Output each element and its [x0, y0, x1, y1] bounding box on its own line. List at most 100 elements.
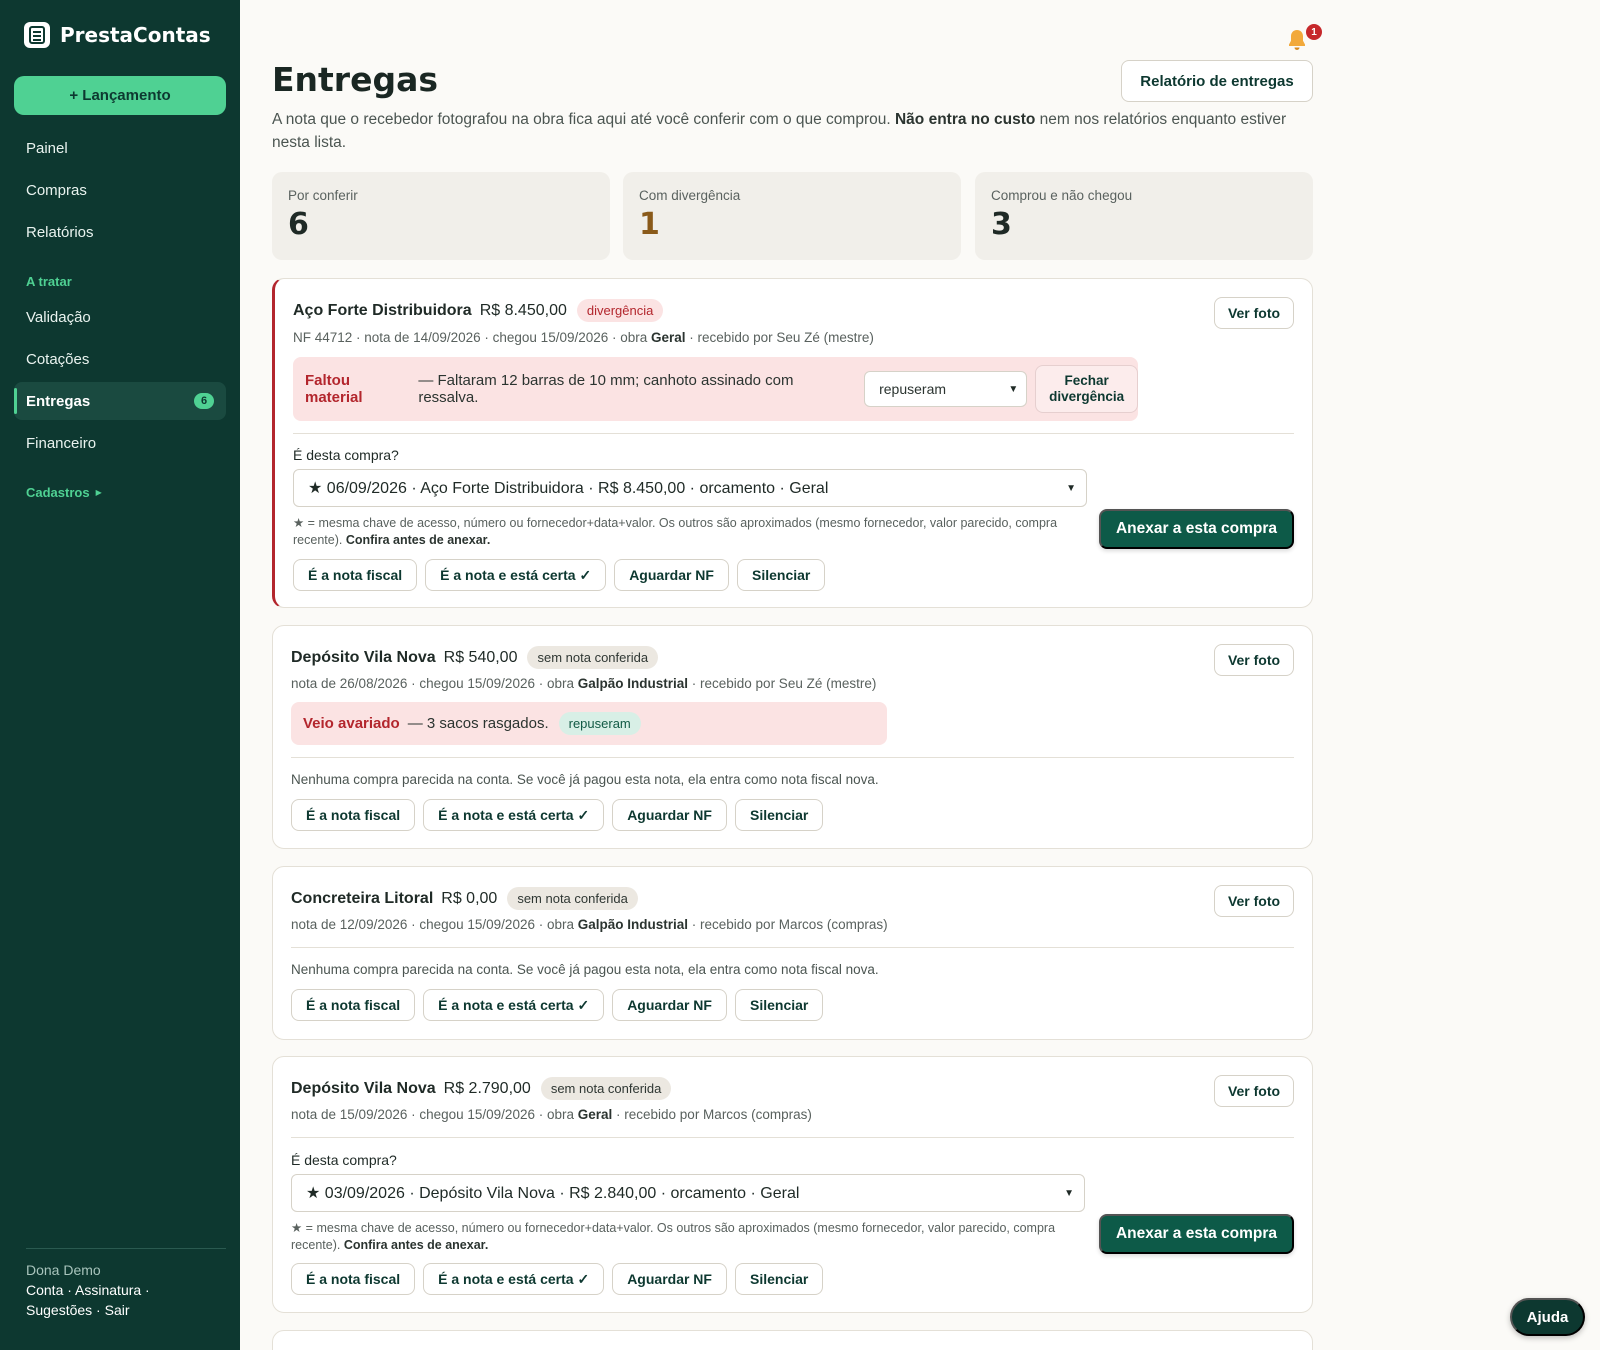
view-photo-button[interactable]: Ver foto: [1214, 297, 1294, 329]
footer-links-line2[interactable]: Sugestões · Sair: [26, 1300, 226, 1320]
stat-por-conferir: Por conferir 6: [272, 172, 610, 260]
stat-label: Com divergência: [639, 188, 741, 203]
is-invoice-correct-button[interactable]: É a nota e está certa ✓: [423, 989, 605, 1021]
hint-bold: Confira antes de anexar.: [343, 1238, 489, 1252]
sidebar-item-entregas[interactable]: Entregas 6: [14, 382, 226, 420]
obra-name: Geral: [651, 330, 686, 345]
chevron-down-icon: ▼: [1066, 482, 1076, 494]
status-badge: sem nota conferida: [507, 887, 638, 910]
silence-button[interactable]: Silenciar: [734, 1263, 824, 1295]
view-photo-button[interactable]: Ver foto: [1214, 885, 1294, 917]
divider: [291, 757, 1294, 758]
intro-text-bold: Não entra no custo: [894, 111, 1036, 128]
sidebar-item-painel[interactable]: Painel: [14, 129, 226, 167]
sidebar-section-label: A tratar: [26, 274, 72, 289]
resolution-value: repuseram: [879, 381, 947, 397]
delivery-card: Depósito Vila Nova R$ 2.790,00 sem nota …: [272, 1056, 1313, 1313]
chevron-down-icon: ▼: [1008, 383, 1019, 395]
divider: [291, 1137, 1294, 1138]
meta-text: · recebido por Seu Zé (mestre): [685, 330, 874, 345]
card-actions: É a nota fiscal É a nota e está certa ✓ …: [291, 1263, 824, 1295]
is-invoice-correct-button[interactable]: É a nota e está certa ✓: [423, 1263, 605, 1295]
supplier-name: Concreteira Litoral: [291, 889, 434, 907]
silence-button[interactable]: Silenciar: [736, 559, 826, 591]
meta-text: nota de 12/09/2026 · chegou 15/09/2026 ·…: [291, 917, 578, 932]
problem-kind: Faltou material: [305, 372, 363, 406]
sidebar-item-cotacoes[interactable]: Cotações: [14, 340, 226, 378]
is-invoice-correct-button[interactable]: É a nota e está certa ✓: [425, 559, 607, 591]
card-header: Aço Forte Distribuidora R$ 8.450,00 dive…: [293, 299, 664, 322]
brand-logo-icon: [24, 22, 50, 48]
purchase-select[interactable]: ★ 06/09/2026 · Aço Forte Distribuidora ·…: [293, 469, 1087, 507]
footer-links-line1[interactable]: Conta · Assinatura ·: [26, 1280, 226, 1300]
await-invoice-button[interactable]: Aguardar NF: [612, 1263, 727, 1295]
no-match-text: Nenhuma compra parecida na conta. Se voc…: [291, 772, 879, 787]
sidebar: PrestaContas + Lançamento Painel Compras…: [0, 0, 240, 1350]
await-invoice-button[interactable]: Aguardar NF: [612, 799, 727, 831]
view-photo-button[interactable]: Ver foto: [1214, 1075, 1294, 1107]
is-invoice-correct-button[interactable]: É a nota e está certa ✓: [423, 799, 605, 831]
delivery-card: Aço Forte Distribuidora R$ 8.450,00 dive…: [272, 278, 1313, 608]
brand-name: PrestaContas: [60, 23, 211, 47]
match-hint: ★ = mesma chave de acesso, número ou for…: [291, 1220, 1081, 1254]
meta-text: · recebido por Marcos (compras): [612, 1107, 812, 1122]
footer-divider: [26, 1248, 226, 1249]
delivery-card: Depósito Vila Nova R$ 540,00 sem nota co…: [272, 625, 1313, 849]
new-entry-button[interactable]: + Lançamento: [14, 76, 226, 115]
view-photo-button[interactable]: Ver foto: [1214, 644, 1294, 676]
is-invoice-button[interactable]: É a nota fiscal: [291, 799, 416, 831]
attach-button[interactable]: Anexar a esta compra: [1099, 1214, 1294, 1254]
divergence-box: Faltou material — Faltaram 12 barras de …: [293, 357, 1139, 421]
is-invoice-button[interactable]: É a nota fiscal: [291, 989, 416, 1021]
brand[interactable]: PrestaContas: [24, 22, 211, 48]
card-actions: É a nota fiscal É a nota e está certa ✓ …: [293, 559, 826, 591]
await-invoice-button[interactable]: Aguardar NF: [612, 989, 727, 1021]
report-button[interactable]: Relatório de entregas: [1121, 60, 1313, 102]
status-badge: divergência: [576, 299, 664, 322]
notification-badge: 1: [1306, 24, 1322, 40]
card-header: Concreteira Litoral R$ 0,00 sem nota con…: [291, 887, 638, 910]
entregas-count-badge: 6: [194, 393, 214, 409]
sidebar-item-validacao[interactable]: Validação: [14, 298, 226, 336]
sidebar-item-relatorios[interactable]: Relatórios: [14, 213, 226, 251]
silence-button[interactable]: Silenciar: [734, 799, 824, 831]
purchase-select[interactable]: ★ 03/09/2026 · Depósito Vila Nova · R$ 2…: [291, 1174, 1085, 1212]
purchase-question: É desta compra?: [293, 447, 399, 463]
meta-text: · recebido por Seu Zé (mestre): [688, 676, 877, 691]
sidebar-item-compras[interactable]: Compras: [14, 171, 226, 209]
problem-text: — 3 sacos rasgados.: [407, 715, 549, 732]
purchase-select-value: ★ 03/09/2026 · Depósito Vila Nova · R$ 2…: [306, 1185, 800, 1202]
problem-kind: Veio avariado: [303, 715, 400, 732]
page-title: Entregas: [272, 60, 438, 99]
sidebar-footer: Dona Demo Conta · Assinatura · Sugestões…: [26, 1248, 226, 1320]
supplier-name: Depósito Vila Nova: [291, 1079, 436, 1097]
obra-name: Galpão Industrial: [577, 917, 689, 932]
resolution-select[interactable]: repuseram ▼: [864, 371, 1028, 407]
sidebar-item-financeiro[interactable]: Financeiro: [14, 424, 226, 462]
sidebar-item-cadastros[interactable]: Cadastros ▶: [26, 485, 102, 500]
meta-text: · recebido por Marcos (compras): [688, 917, 888, 932]
card-header: Depósito Vila Nova R$ 540,00 sem nota co…: [291, 646, 659, 669]
is-invoice-button[interactable]: É a nota fiscal: [291, 1263, 416, 1295]
await-invoice-button[interactable]: Aguardar NF: [614, 559, 729, 591]
help-button[interactable]: Ajuda: [1510, 1298, 1585, 1336]
amount: R$ 0,00: [441, 889, 498, 907]
hint-bold: Confira antes de anexar.: [345, 533, 491, 547]
meta-text: nota de 15/09/2026 · chegou 15/09/2026 ·…: [291, 1107, 578, 1122]
purchase-question: É desta compra?: [291, 1152, 397, 1168]
delivery-card-partial: [272, 1330, 1313, 1350]
attach-button[interactable]: Anexar a esta compra: [1099, 509, 1294, 549]
close-divergence-button[interactable]: Fechar divergência: [1035, 365, 1139, 413]
stat-value: 3: [991, 207, 1012, 242]
divider: [291, 947, 1294, 948]
stat-label: Por conferir: [288, 188, 358, 203]
is-invoice-button[interactable]: É a nota fiscal: [293, 559, 418, 591]
obra-name: Geral: [577, 1107, 613, 1122]
resolution-badge: repuseram: [558, 712, 641, 735]
card-actions: É a nota fiscal É a nota e está certa ✓ …: [291, 989, 824, 1021]
supplier-name: Aço Forte Distribuidora: [293, 301, 472, 319]
match-hint: ★ = mesma chave de acesso, número ou for…: [293, 515, 1083, 549]
meta-text: NF 44712 · nota de 14/09/2026 · chegou 1…: [293, 330, 652, 345]
silence-button[interactable]: Silenciar: [734, 989, 824, 1021]
card-meta: nota de 26/08/2026 · chegou 15/09/2026 ·…: [291, 676, 876, 691]
